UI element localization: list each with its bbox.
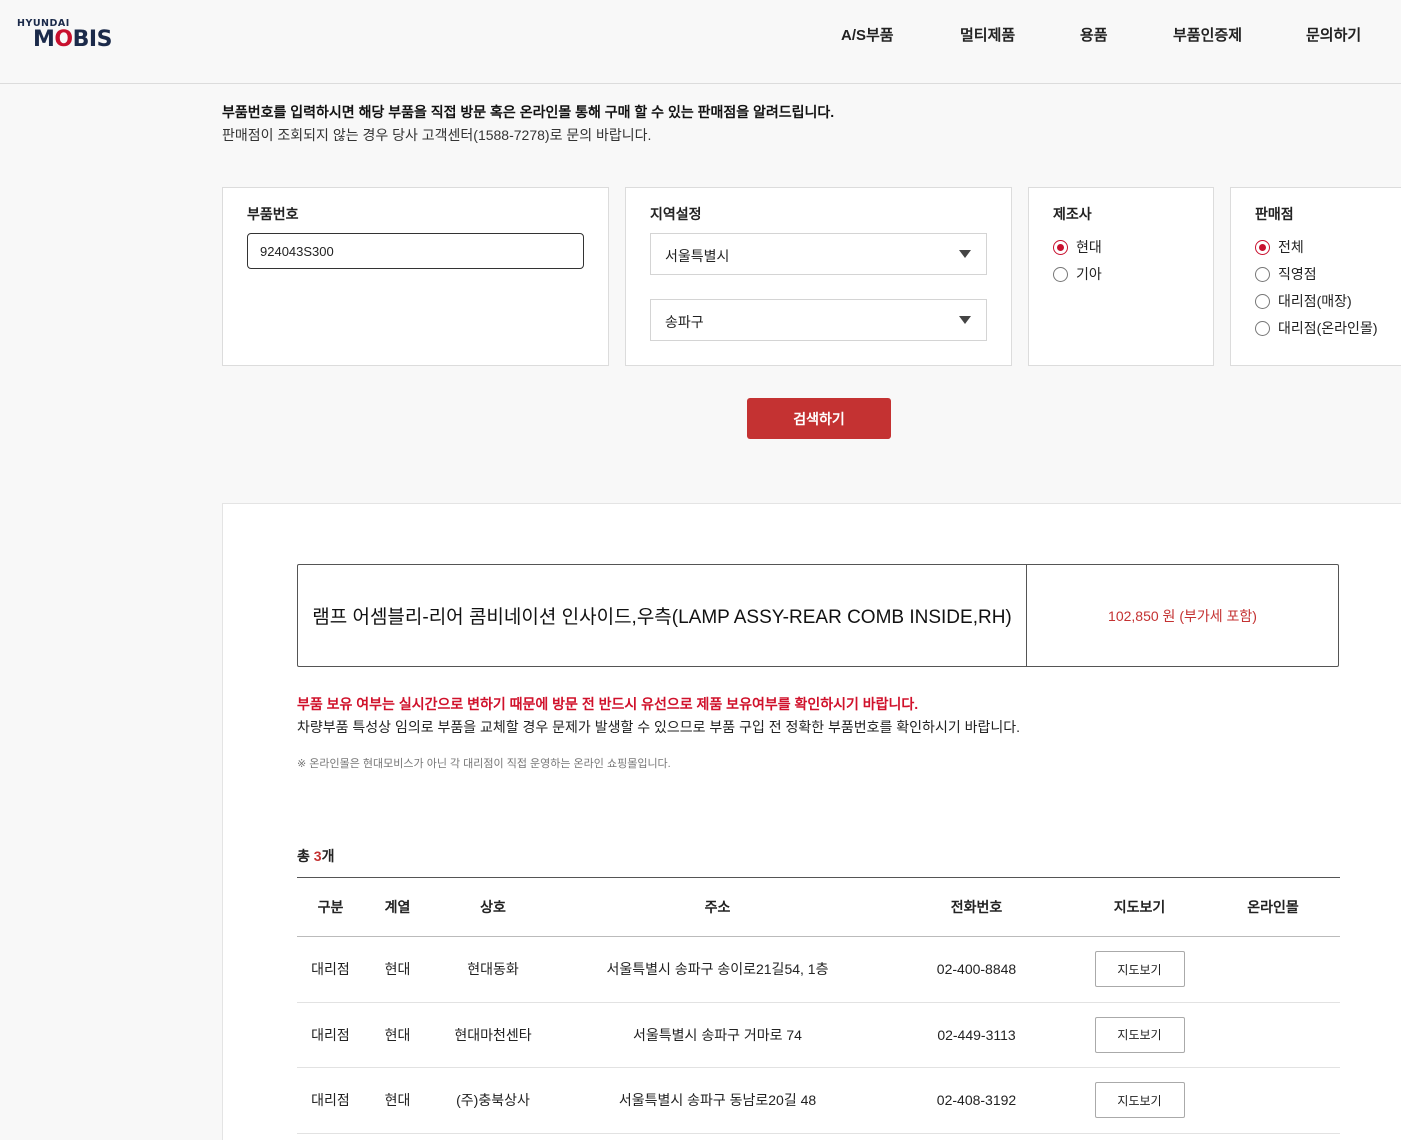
radio-label: 대리점(매장): [1278, 293, 1352, 309]
table-header: 구분 계열 상호 주소 전화번호 지도보기 온라인몰: [297, 877, 1340, 937]
store-type-panel: 판매점 전체 직영점 대리점(매장) 대리점(온라인몰): [1230, 187, 1401, 366]
region-panel: 지역설정 서울특별시 송파구: [625, 187, 1012, 366]
radio-unchecked-icon: [1053, 267, 1068, 282]
radio-label: 기아: [1076, 266, 1102, 282]
cell-name: 현대마천센타: [454, 1026, 532, 1043]
stock-warning: 부품 보유 여부는 실시간으로 변하기 때문에 방문 전 반드시 유선으로 제품…: [297, 696, 919, 712]
city-select-value: 서울특별시: [665, 248, 730, 264]
cell-address: 서울특별시 송파구 거마로 74: [633, 1026, 802, 1043]
map-view-button[interactable]: 지도보기: [1094, 1016, 1185, 1053]
cell-brand: 현대: [384, 1026, 411, 1043]
cell-type: 대리점: [311, 961, 350, 978]
cell-type: 대리점: [311, 1092, 350, 1109]
column-header-online: 온라인몰: [1247, 899, 1299, 915]
column-header-brand: 계열: [384, 899, 411, 915]
logo-main-text: MOBIS: [33, 27, 112, 52]
column-header-address: 주소: [704, 899, 731, 915]
caret-down-icon: [959, 250, 971, 258]
cell-map: 지도보기: [1073, 1003, 1206, 1068]
table-row: 대리점 현대 현대동화 서울특별시 송파구 송이로21길54, 1층 02-40…: [297, 937, 1340, 1003]
product-name: 램프 어셈블리-리어 콤비네이션 인사이드,우측(LAMP ASSY-REAR …: [298, 565, 1027, 666]
product-price: 102,850 원 (부가세 포함): [1108, 607, 1257, 624]
column-header-phone: 전화번호: [950, 899, 1003, 915]
nav-parts-certification[interactable]: 부품인증제: [1173, 24, 1242, 45]
cell-map: 지도보기: [1073, 937, 1206, 1002]
table-row: 대리점 현대 (주)충북상사 서울특별시 송파구 동남로20길 48 02-40…: [297, 1068, 1340, 1134]
store-type-label: 판매점: [1255, 206, 1294, 222]
cell-address: 서울특별시 송파구 동남로20길 48: [618, 1092, 817, 1109]
caret-down-icon: [959, 316, 971, 324]
cell-brand: 현대: [384, 961, 411, 978]
nav-accessories[interactable]: 용품: [1080, 24, 1108, 45]
radio-label: 전체: [1278, 239, 1304, 255]
cell-type: 대리점: [311, 1026, 350, 1043]
map-view-button[interactable]: 지도보기: [1094, 1082, 1185, 1119]
search-button[interactable]: 검색하기: [747, 398, 891, 439]
radio-checked-icon: [1255, 240, 1270, 255]
part-number-panel: 부품번호: [222, 187, 609, 366]
radio-unchecked-icon: [1255, 267, 1270, 282]
column-header-type: 구분: [317, 899, 344, 915]
cell-online: [1206, 937, 1340, 1002]
part-notice: 차량부품 특성상 임의로 부품을 교체할 경우 문제가 발생할 수 있으므로 부…: [297, 719, 1021, 735]
site-header: HYUNDAI MOBIS A/S부품 멀티제품 용품 부품인증제 문의하기: [0, 0, 1401, 84]
dealer-table: 구분 계열 상호 주소 전화번호 지도보기 온라인몰 대리점 현대 현대동화 서…: [297, 877, 1340, 1134]
part-number-label: 부품번호: [247, 206, 299, 222]
nav-as-parts[interactable]: A/S부품: [841, 24, 894, 45]
region-label: 지역설정: [650, 206, 702, 222]
radio-unchecked-icon: [1255, 321, 1270, 336]
nav-multi-products[interactable]: 멀티제품: [960, 24, 1015, 45]
cell-phone: 02-408-3192: [936, 1092, 1017, 1109]
radio-unchecked-icon: [1255, 294, 1270, 309]
part-number-input[interactable]: [247, 233, 584, 269]
cell-phone: 02-449-3113: [937, 1026, 1016, 1043]
cell-phone: 02-400-8848: [936, 961, 1017, 978]
district-select-value: 송파구: [665, 314, 704, 330]
column-header-name: 상호: [480, 899, 506, 915]
manufacturer-panel: 제조사 현대 기아: [1028, 187, 1214, 366]
cell-address: 서울특별시 송파구 송이로21길54, 1층: [606, 961, 829, 978]
table-row: 대리점 현대 현대마천센타 서울특별시 송파구 거마로 74 02-449-31…: [297, 1003, 1340, 1068]
cell-map: 지도보기: [1073, 1068, 1206, 1133]
cell-name: (주)충북상사: [456, 1092, 530, 1109]
cell-name: 현대동화: [467, 961, 519, 978]
cell-online: [1206, 1068, 1340, 1133]
radio-label: 현대: [1076, 239, 1102, 255]
intro-headline: 부품번호를 입력하시면 해당 부품을 직접 방문 혹은 온라인몰 통해 구매 할…: [222, 104, 835, 120]
radio-label: 대리점(온라인몰): [1278, 320, 1378, 336]
cell-online: [1206, 1003, 1340, 1068]
online-mall-footnote: ※ 온라인몰은 현대모비스가 아닌 각 대리점이 직접 운영하는 온라인 쇼핑몰…: [297, 758, 671, 770]
nav-inquiry[interactable]: 문의하기: [1306, 24, 1361, 45]
district-select[interactable]: 송파구: [650, 299, 987, 341]
result-count: 총 3개: [297, 848, 335, 864]
city-select[interactable]: 서울특별시: [650, 233, 987, 275]
radio-checked-icon: [1053, 240, 1068, 255]
manufacturer-label: 제조사: [1053, 206, 1092, 222]
hyundai-mobis-logo[interactable]: HYUNDAI MOBIS: [17, 18, 112, 54]
map-view-button[interactable]: 지도보기: [1094, 951, 1185, 988]
cell-brand: 현대: [384, 1092, 411, 1109]
product-summary: 램프 어셈블리-리어 콤비네이션 인사이드,우측(LAMP ASSY-REAR …: [297, 564, 1339, 667]
column-header-map: 지도보기: [1113, 899, 1166, 915]
intro-subline: 판매점이 조회되지 않는 경우 당사 고객센터(1588-7278)로 문의 바…: [222, 127, 652, 143]
radio-label: 직영점: [1278, 266, 1317, 282]
